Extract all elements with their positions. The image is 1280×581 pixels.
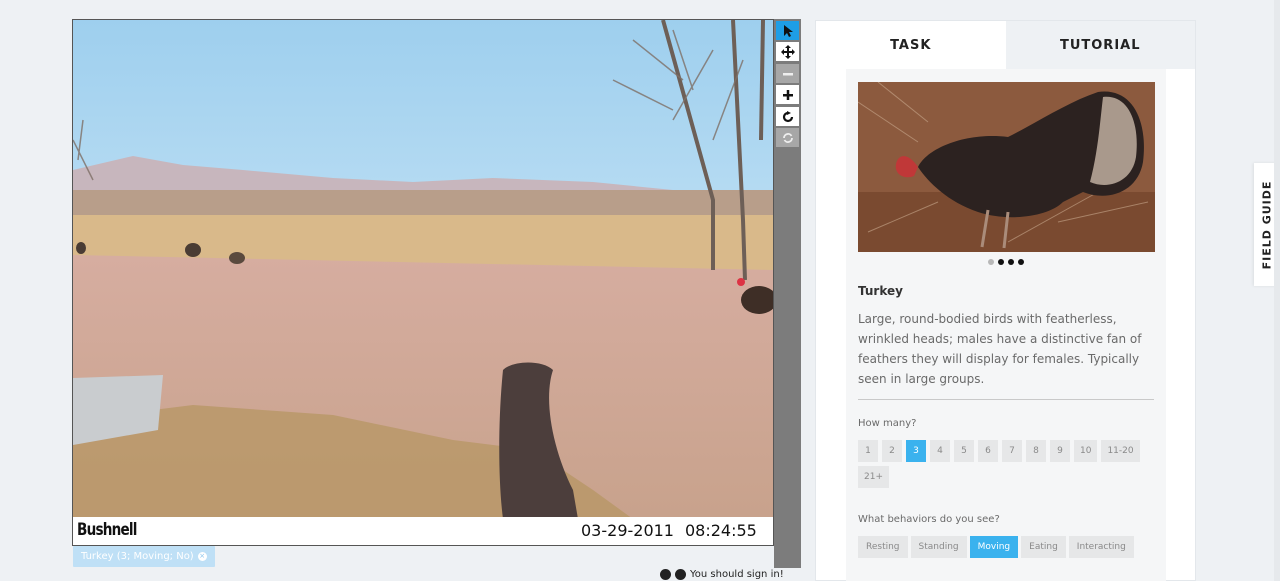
turkey-photo (858, 82, 1155, 252)
zoom-in-icon (782, 89, 793, 100)
species-card: Turkey Large, round-bodied birds with fe… (846, 69, 1166, 581)
task-panel: TASK TUTORIAL Turkey Large, round-bodied… (815, 20, 1196, 581)
zoom-in-button[interactable] (776, 85, 799, 104)
count-option-button[interactable]: 10 (1074, 440, 1098, 462)
camera-info-strip: Bushnell 03-29-2011 08:24:55 (73, 517, 773, 545)
count-option-button[interactable]: 8 (1026, 440, 1046, 462)
carousel-dot[interactable] (1008, 259, 1014, 265)
signin-text[interactable]: You should sign in! (690, 569, 784, 580)
close-icon[interactable]: × (197, 552, 207, 561)
species-name: Turkey (858, 284, 903, 298)
image-toolbar (774, 19, 801, 568)
tab-tutorial[interactable]: TUTORIAL (1005, 21, 1195, 69)
zoom-out-icon (782, 72, 793, 75)
behavior-option-button[interactable]: Resting (858, 536, 908, 558)
count-option-button[interactable]: 9 (1050, 440, 1070, 462)
camera-date: 03-29-2011 (581, 521, 674, 540)
annotation-chip[interactable]: Turkey (3; Moving; No) × (73, 546, 215, 567)
pointer-icon (783, 24, 793, 37)
behaviors-label: What behaviors do you see? (858, 514, 1000, 525)
count-option-button[interactable]: 5 (954, 440, 974, 462)
count-option-button[interactable]: 21+ (858, 466, 889, 488)
carousel-dots (846, 259, 1166, 265)
signin-notice[interactable]: You should sign in! (660, 569, 784, 580)
reset-button[interactable] (776, 128, 799, 147)
reset-icon (782, 132, 793, 143)
pan-tool-button[interactable] (776, 42, 799, 61)
pan-icon (780, 44, 795, 59)
count-option-button[interactable]: 7 (1002, 440, 1022, 462)
count-option-button[interactable]: 4 (930, 440, 950, 462)
rotate-button[interactable] (776, 107, 799, 126)
count-option-button[interactable]: 11-20 (1101, 440, 1140, 462)
scrollbar[interactable] (1274, 0, 1280, 581)
camera-time: 08:24:55 (685, 521, 757, 540)
behavior-option-button[interactable]: Standing (910, 536, 967, 558)
carousel-dot[interactable] (1018, 259, 1024, 265)
count-option-button[interactable]: 6 (978, 440, 998, 462)
panel-tabs: TASK TUTORIAL (816, 21, 1195, 69)
field-guide-label: FIELD GUIDE (1260, 180, 1274, 269)
carousel-dot[interactable] (998, 259, 1004, 265)
species-photo[interactable] (858, 82, 1155, 252)
contrast-icon[interactable] (660, 569, 671, 580)
behavior-option-button[interactable]: Interacting (1068, 536, 1134, 558)
info-icon[interactable] (675, 569, 686, 580)
rotate-icon (782, 110, 793, 122)
annotation-label: Turkey (3; Moving; No) (81, 551, 194, 562)
how-many-label: How many? (858, 418, 917, 429)
behavior-option-button[interactable]: Moving (969, 536, 1019, 558)
count-option-button[interactable]: 3 (906, 440, 926, 462)
count-option-button[interactable]: 2 (882, 440, 902, 462)
divider (858, 399, 1154, 400)
subject-image[interactable]: Bushnell 03-29-2011 08:24:55 (72, 19, 774, 546)
pointer-tool-button[interactable] (776, 21, 799, 40)
camera-trap-photo (73, 20, 773, 519)
behavior-option-button[interactable]: Eating (1021, 536, 1066, 558)
behavior-options: Resting Standing Moving Eating Interacting (858, 536, 1134, 558)
tab-task[interactable]: TASK (816, 21, 1006, 69)
zoom-out-button[interactable] (776, 64, 799, 83)
count-options: 1 2 3 4 5 6 7 8 9 10 11-20 21+ (858, 440, 1158, 488)
count-option-button[interactable]: 1 (858, 440, 878, 462)
species-description: Large, round-bodied birds with featherle… (858, 312, 1142, 386)
camera-brand: Bushnell (77, 520, 137, 540)
carousel-dot[interactable] (988, 259, 994, 265)
